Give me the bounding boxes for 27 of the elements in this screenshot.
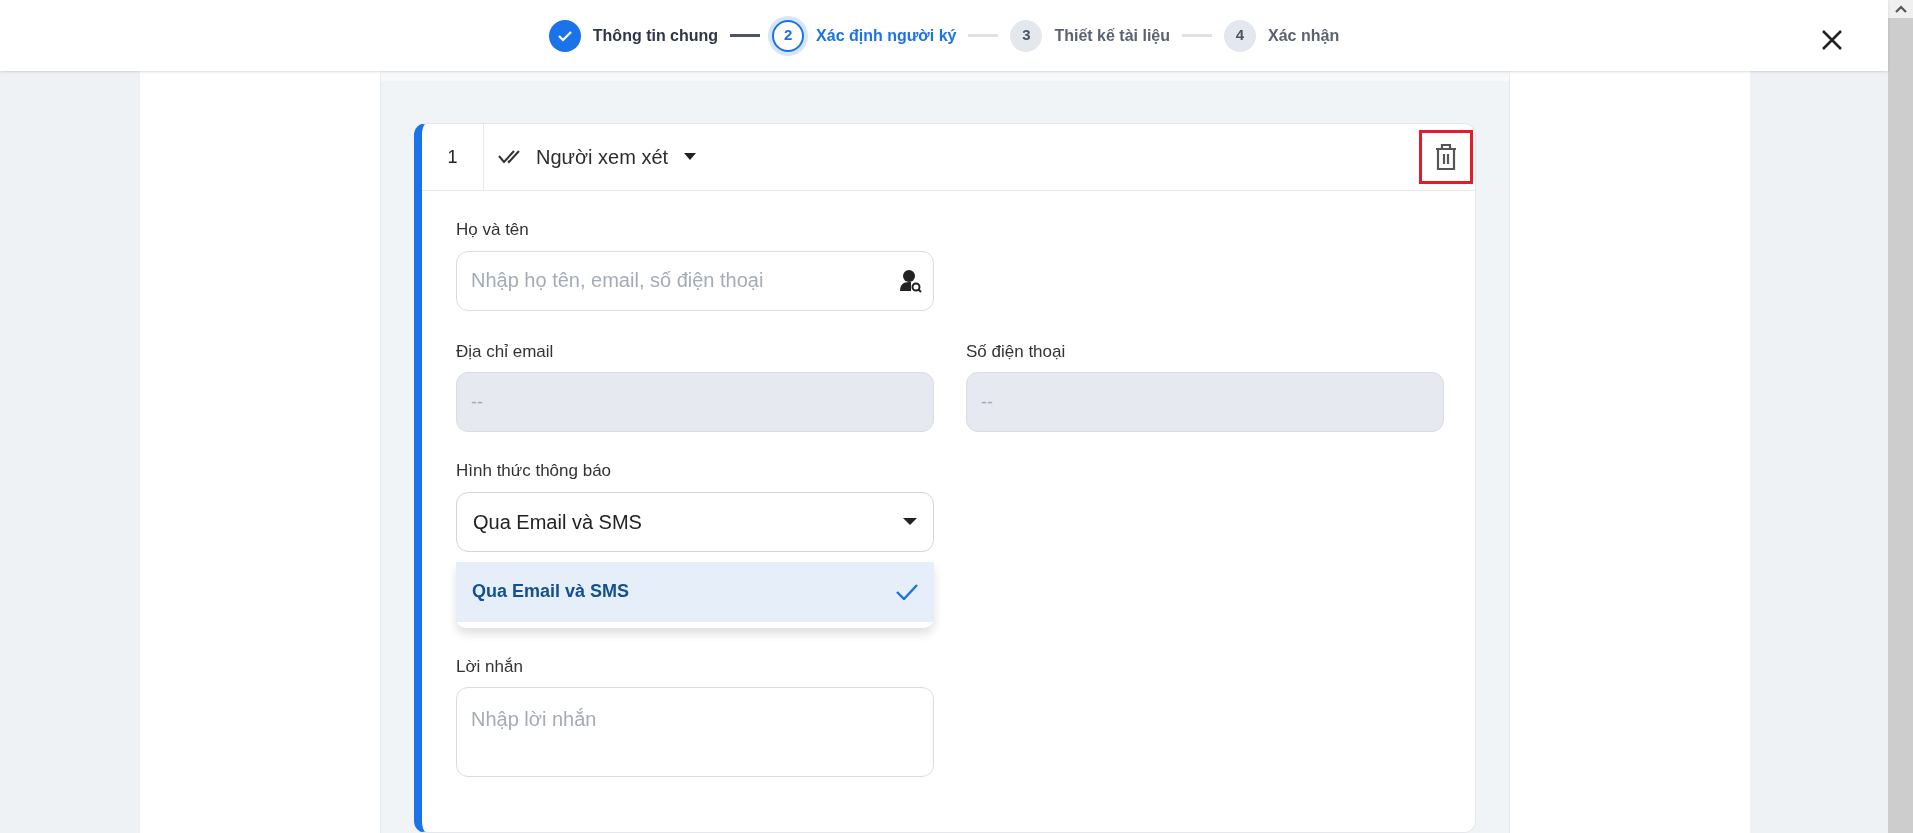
field-label: Số điện thoại <box>966 340 1067 363</box>
signer-index: 1 <box>447 145 458 169</box>
field-label: Địa chỉ email <box>456 340 555 363</box>
role-dropdown[interactable]: Người xem xét <box>536 142 697 172</box>
scroll-up-icon[interactable] <box>1894 5 1907 13</box>
field-label: Hình thức thông báo <box>456 460 613 482</box>
name-search-field[interactable]: Nhập họ tên, email, số điện thoại <box>456 250 934 311</box>
field-label: Họ và tên <box>456 219 530 241</box>
message-field[interactable]: Nhập lời nhắn <box>456 687 934 777</box>
caret-icon <box>903 517 917 526</box>
trash-icon <box>1434 143 1458 171</box>
step-label: Xác định người ký <box>816 25 957 46</box>
step-number: 4 <box>1224 19 1257 52</box>
step-label: Thông tin chung <box>592 25 719 46</box>
step-label: Xác nhận <box>1268 25 1340 46</box>
user-search-icon <box>900 268 922 293</box>
check-icon <box>896 583 918 600</box>
notification-select[interactable]: Qua Email và SMS <box>456 491 934 552</box>
field-label: Lời nhắn <box>456 655 524 678</box>
close-icon <box>1821 29 1843 51</box>
step-number: 2 <box>772 19 805 52</box>
scrollbar[interactable] <box>1888 0 1913 833</box>
step-label: Thiết kế tài liệu <box>1054 25 1171 46</box>
caret-icon <box>684 153 697 161</box>
dropdown-option[interactable]: Qua Email và SMS <box>456 561 934 622</box>
delete-button[interactable] <box>1419 130 1473 184</box>
step-number: 3 <box>1010 19 1043 52</box>
